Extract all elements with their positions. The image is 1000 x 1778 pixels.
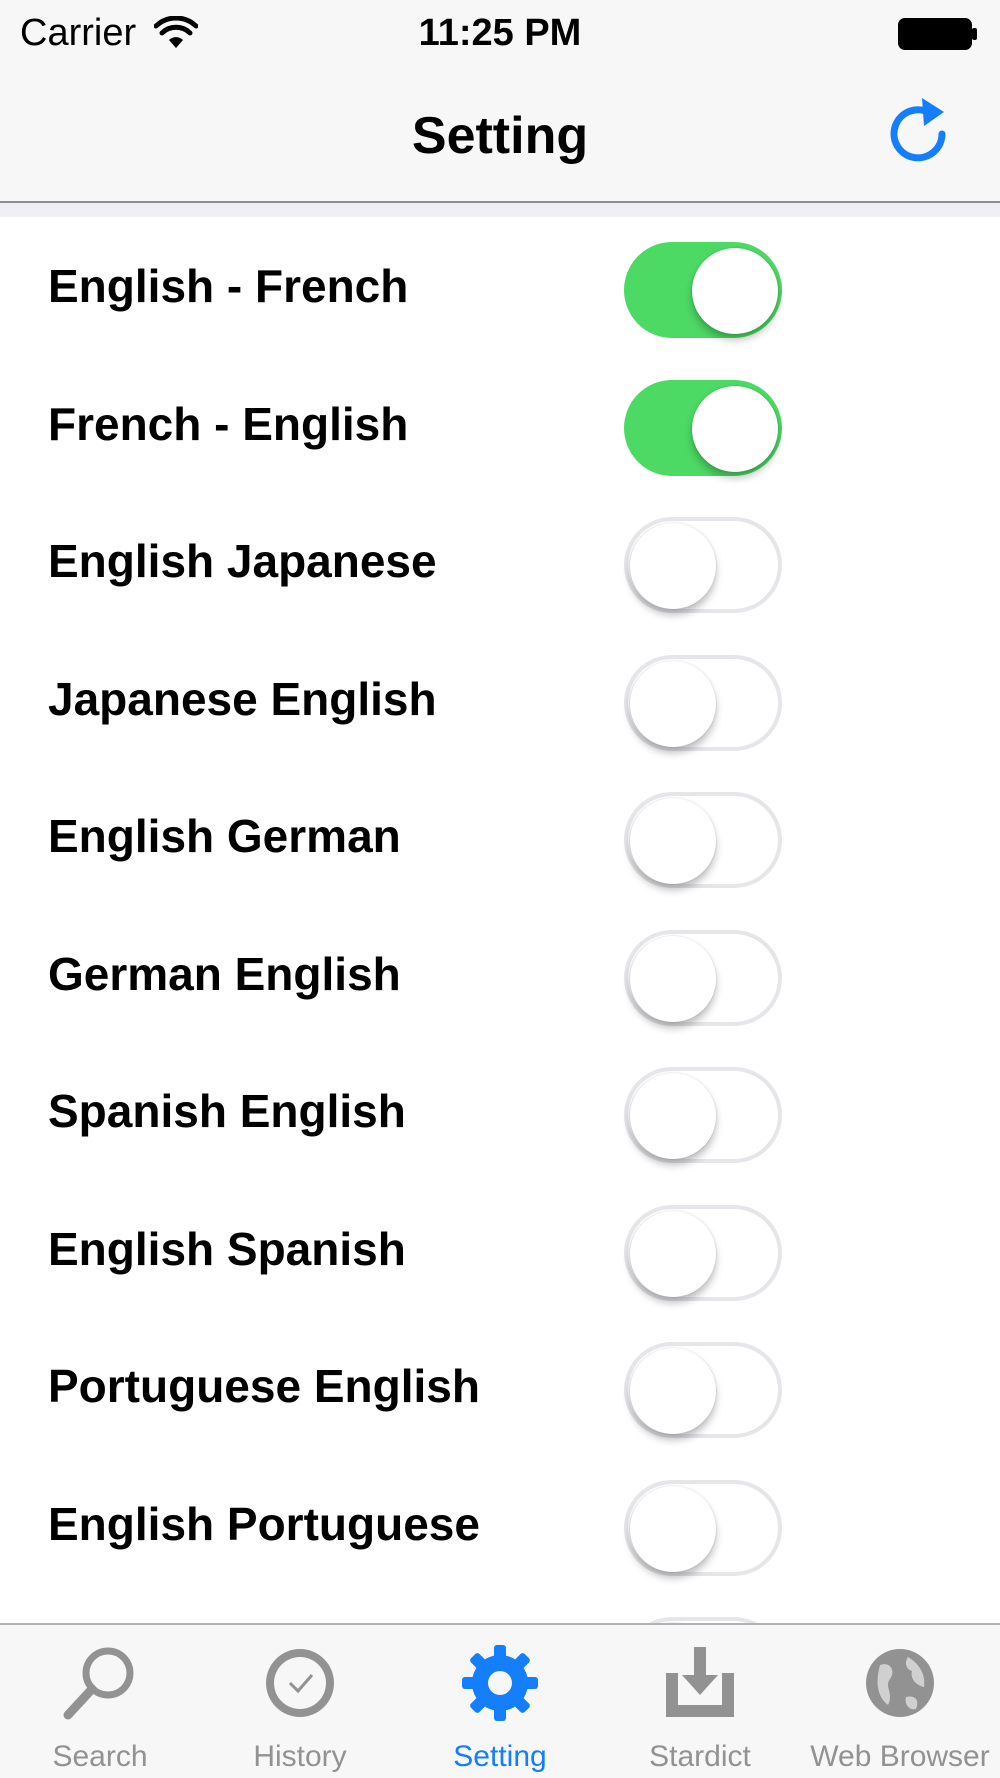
search-icon	[63, 1647, 134, 1720]
dictionary-label: English German	[48, 810, 401, 862]
toggle-knob	[630, 1485, 716, 1572]
toggle-knob	[630, 1073, 716, 1159]
tab-history[interactable]: History	[200, 1625, 400, 1778]
status-bar: Carrier 11:25 PM	[0, 0, 1000, 70]
dictionary-label: French - English	[48, 397, 409, 450]
list-item: Spanish English	[0, 1042, 1000, 1180]
toggle-knob	[630, 1210, 716, 1297]
globe-icon	[866, 1649, 934, 1717]
list-item: English Spanish	[0, 1180, 1000, 1318]
toggle-knob	[630, 1348, 716, 1434]
tab-label: Search	[52, 1740, 148, 1773]
list-item: Japanese English	[0, 630, 1000, 768]
dictionary-label: Portuguese English	[48, 1360, 480, 1412]
tab-search[interactable]: Search	[0, 1625, 200, 1778]
tab-label: Setting	[453, 1740, 547, 1773]
dictionary-toggle[interactable]	[624, 792, 782, 888]
dictionary-label: English Japanese	[48, 535, 437, 587]
dictionary-label: Japanese English	[48, 672, 437, 725]
tab-label: Stardict	[649, 1740, 751, 1773]
list-item: French - English	[0, 355, 1000, 493]
tab-label: History	[253, 1740, 347, 1773]
toggle-knob	[692, 385, 778, 472]
list-item: English - French	[0, 217, 1000, 355]
gear-icon	[462, 1645, 538, 1721]
list-item: English Japanese	[0, 492, 1000, 630]
list-item: English German	[0, 767, 1000, 905]
dictionary-label: English Portuguese	[48, 1497, 480, 1550]
page-title: Setting	[411, 107, 589, 165]
tab-stardict[interactable]: Stardict	[600, 1625, 800, 1778]
battery-icon	[898, 18, 977, 50]
list-item: German English	[0, 905, 1000, 1043]
dictionary-list: English - French French - English Englis…	[0, 217, 1000, 1623]
toggle-knob	[692, 248, 778, 334]
dictionary-toggle[interactable]	[624, 1479, 782, 1576]
tab-bar: Search History Setting Stardict Web Brow…	[0, 1623, 1000, 1778]
list-item: Portuguese English	[0, 1317, 1000, 1455]
refresh-icon[interactable]	[880, 94, 960, 174]
toggle-knob	[630, 660, 716, 747]
history-icon	[266, 1649, 334, 1717]
dictionary-label: English Spanish	[48, 1222, 406, 1275]
dictionary-toggle[interactable]	[624, 1067, 782, 1163]
navigation-bar: Setting	[0, 70, 1000, 203]
dictionary-label: English - French	[48, 260, 409, 312]
status-time: 11:25 PM	[418, 12, 582, 54]
toggle-knob	[630, 798, 716, 884]
dictionary-toggle[interactable]	[624, 242, 782, 338]
toggle-knob	[630, 935, 716, 1022]
dictionary-toggle[interactable]	[624, 1342, 782, 1438]
dictionary-toggle[interactable]	[624, 654, 782, 751]
dictionary-toggle[interactable]	[624, 929, 782, 1026]
dictionary-label: Spanish English	[48, 1085, 406, 1137]
download-icon	[666, 1647, 734, 1717]
dictionary-toggle[interactable]	[624, 517, 782, 613]
tab-web-browser[interactable]: Web Browser	[800, 1625, 1000, 1778]
list-item: English Portuguese	[0, 1455, 1000, 1593]
toggle-knob	[630, 523, 716, 609]
tab-label: Web Browser	[810, 1740, 990, 1773]
section-separator	[0, 203, 1000, 217]
dictionary-toggle[interactable]	[624, 379, 782, 476]
list-item-partial	[0, 1592, 1000, 1623]
dictionary-label: German English	[48, 947, 401, 1000]
tab-setting[interactable]: Setting	[400, 1625, 600, 1778]
app-screen: Carrier 11:25 PM Setting English - Frenc…	[0, 0, 1000, 1778]
dictionary-toggle[interactable]	[624, 1204, 782, 1301]
